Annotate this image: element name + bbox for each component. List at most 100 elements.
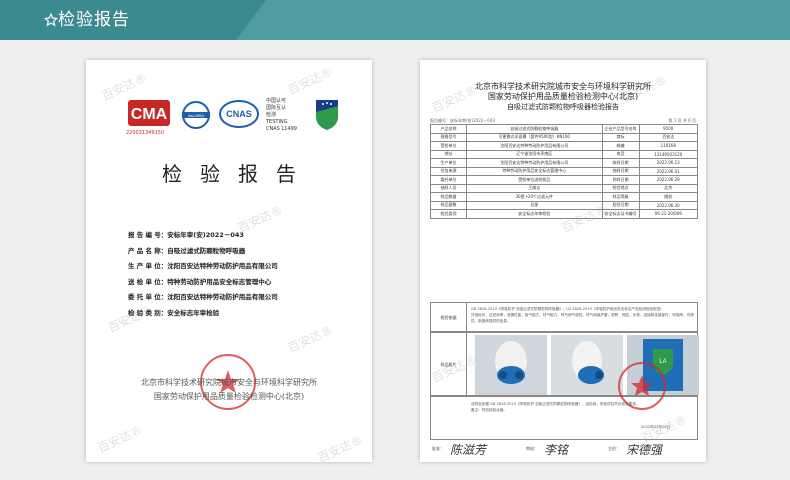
table-cell-label: 到样日期 [601, 175, 640, 185]
table-cell-label: 电话 [601, 149, 640, 159]
table-row: 样品基数 总部 检验日期 2022.06.30 [430, 200, 698, 210]
ilac-mra-logo-icon: ilac-MRA [182, 101, 210, 129]
header-bar: 检验报告 [0, 0, 790, 40]
table-cell-label: 规格型号 [430, 132, 467, 142]
info-row: 检 验 类 别：安全标志年审检验 [128, 308, 220, 317]
table-cell-value: 2022.06.30 [638, 200, 698, 210]
header-accent [236, 0, 790, 40]
table-cell-label: 抽样人员 [430, 183, 467, 193]
respirator-photo-front [475, 335, 547, 395]
watermark: 百安达® [95, 422, 145, 456]
table-cell-label: 生产单位 [430, 158, 467, 168]
star-outline-icon [44, 13, 58, 27]
signer-label: 批准： [432, 446, 444, 451]
respirator-photo-side [551, 335, 623, 395]
table-cell-label: 收样日期 [601, 158, 640, 168]
inspection-basis: 检验依据 GB 2626-2019《呼吸防护 自吸过滤式防颗粒物呼吸器》；LD … [430, 302, 698, 333]
table-cell-value: 13149503120 [638, 149, 698, 159]
table-row: 规格型号 可更换式半面罩（套件9500型）KN100 商标 百安达 [430, 132, 698, 142]
table-cell-label: 抽样日期 [601, 166, 640, 176]
watermark: 百安达® [315, 432, 365, 462]
table-cell-value: 受检单位送检样品 [466, 175, 603, 185]
table-cell-value: 可更换式半面罩（套件9500型）KN100 [466, 132, 603, 142]
table-row: 检验类别 安全标志年审检验 安全标志证书编号 06-21-20/069 [430, 209, 698, 219]
table-row: 产品名称 自吸过滤式防颗粒物呼吸器 企业产品型号名称 9500 [430, 124, 698, 134]
table-cell-value: 沈阳百安达特种劳动防护用品有限公司 [466, 141, 603, 151]
signer-label: 审核： [526, 446, 538, 451]
table-cell-value: 沈阳百安达特种劳动防护用品有限公司 [466, 158, 603, 168]
cnas-logo-icon: CNAS [219, 100, 259, 128]
svg-text:ilac-MRA: ilac-MRA [188, 113, 205, 118]
report-number: 报告编号：安标年审(安)2022－043 [430, 118, 495, 123]
table-cell-value: 总部 [466, 200, 603, 210]
info-row: 送 检 单 位：特种劳动防护用品安全标志管理中心 [128, 277, 272, 286]
conclusion-date: 2022年07月29日 [641, 425, 671, 429]
info-row: 产 品 名 称：自吸过滤式防颗粒物呼吸器 [128, 246, 246, 255]
table-cell-label: 委托单位 [430, 175, 467, 185]
photos-label: 样品照片 [431, 333, 467, 397]
cma-number: 220031349150 [126, 130, 165, 136]
issuer-line: 国家劳动保护用品质量检验检测中心(北京) [153, 392, 305, 401]
signer-label: 主检： [608, 446, 620, 451]
table-cell-label: 地址 [430, 149, 467, 159]
table-cell-value: 百安达 [638, 132, 698, 142]
info-row: 报 告 编 号：安标年审(安)2022－043 [128, 231, 244, 239]
table-cell-label: 样品基数 [430, 200, 467, 210]
watermark: 百安达® [285, 64, 335, 98]
detail-header-line: 北京市科学技术研究院城市安全与环境科学研究所 [475, 82, 651, 91]
table-cell-label: 样品等级 [601, 192, 640, 202]
basis-label: 检验依据 [431, 303, 467, 333]
cma-logo-icon: CMA [128, 100, 170, 126]
table-row: 受检单位 沈阳百安达特种劳动防护用品有限公司 邮编 110168 [430, 141, 698, 151]
report-title: 检验报告 [162, 162, 314, 186]
table-row: 任务来源 特种劳动防护用品安全标志管理中心 抽样日期 2022.06.01 [430, 166, 698, 176]
watermark: 百安达® [285, 322, 335, 356]
table-cell-label: 邮编 [601, 141, 640, 151]
report-cover-page: 百安达® 百安达® 百安达® 百安达® 百安达® 百安达® 百安达® CMA 2… [86, 60, 372, 462]
table-cell-value: 特种劳动防护用品安全标志管理中心 [466, 166, 603, 176]
basis-text: GB 2626-2019《呼吸防护 自吸过滤式防颗粒物呼吸器》；LD 2626-… [471, 307, 694, 323]
table-cell-label: 受检单位 [430, 141, 467, 151]
table-cell-value: 2022.06.29 [638, 175, 698, 185]
table-cell-label: 产品名称 [430, 124, 467, 134]
table-cell-value: 王威吉 [466, 183, 603, 193]
table-cell-value: 9500 [638, 124, 698, 134]
table-row: 抽样人员 王威吉 检验地点 北京 [430, 183, 698, 193]
official-seal-icon [618, 362, 666, 410]
table-cell-label: 企业产品型号名称 [601, 124, 640, 134]
report-detail-page: 百安达® 百安达® 百安达® 百安达® 百安达® 北京市科学技术研究院城市安全与… [420, 60, 706, 462]
signer-name: 宋德强 [626, 443, 663, 457]
table-row: 委托单位 受检单位送检样品 到样日期 2022.06.29 [430, 175, 698, 185]
table-cell-label: 任务来源 [430, 166, 467, 176]
table-row: 生产单位 沈阳百安达特种劳动防护用品有限公司 收样日期 2022.06.13 [430, 158, 698, 168]
table-row: 样品数量 30套+20个过滤元件 样品等级 随机 [430, 192, 698, 202]
signer-name: 陈滋芳 [450, 443, 487, 457]
table-cell-value: 06-21-20/069 [638, 209, 698, 219]
issuer-footer: 北京市科学技术研究院城市安全与环境科学研究所 国家劳动保护用品质量检验检测中心(… [86, 376, 372, 404]
table-row: 地址 辽宁省沈阳市浑南区 电话 13149503120 [430, 149, 698, 159]
table-cell-label: 检验地点 [601, 183, 640, 193]
info-row: 生 产 单 位：沈阳百安达特种劳动防护用品有限公司 [128, 262, 278, 270]
signer-name: 李铭 [544, 443, 569, 457]
report-info: 报 告 编 号：安标年审(安)2022－043 产 品 名 称：自吸过滤式防颗粒… [128, 228, 358, 321]
issuer-line: 北京市科学技术研究院城市安全与环境科学研究所 [141, 378, 317, 387]
table-cell-label: 安全标志证书编号 [601, 209, 640, 219]
table-cell-value: 30套+20个过滤元件 [466, 192, 603, 202]
table-cell-value: 北京 [638, 183, 698, 193]
detail-table: 产品名称 自吸过滤式防颗粒物呼吸器 企业产品型号名称 9500 规格型号 可更换式半面罩（… [430, 124, 698, 219]
shield-logo-icon [316, 100, 338, 130]
svg-text:CNAS: CNAS [226, 109, 252, 119]
table-cell-label: 检验类别 [430, 209, 467, 219]
info-row: 委 托 单 位：沈阳百安达特种劳动防护用品有限公司 [128, 293, 278, 301]
svg-text:CMA: CMA [131, 106, 168, 123]
table-cell-value: 2022.06.01 [638, 166, 698, 176]
detail-header: 北京市科学技术研究院城市安全与环境科学研究所 国家劳动保护用品质量检验检测中心(… [420, 82, 706, 112]
certification-logos: CMA 220031349150 ilac-MRA CNAS 中国认可 国际互认… [126, 98, 356, 138]
detail-header-subtitle: 自吸过滤式防颗粒物呼吸器检验报告 [507, 103, 619, 111]
table-cell-value: 自吸过滤式防颗粒物呼吸器 [466, 124, 603, 134]
table-cell-label: 检验日期 [601, 200, 640, 210]
table-cell-value: 安全标志年审检验 [466, 209, 603, 219]
table-cell-label: 样品数量 [430, 192, 467, 202]
table-cell-label: 商标 [601, 132, 640, 142]
signatures: 批准： 陈滋芳 审核： 李铭 主检： 宋德强 [430, 440, 698, 458]
